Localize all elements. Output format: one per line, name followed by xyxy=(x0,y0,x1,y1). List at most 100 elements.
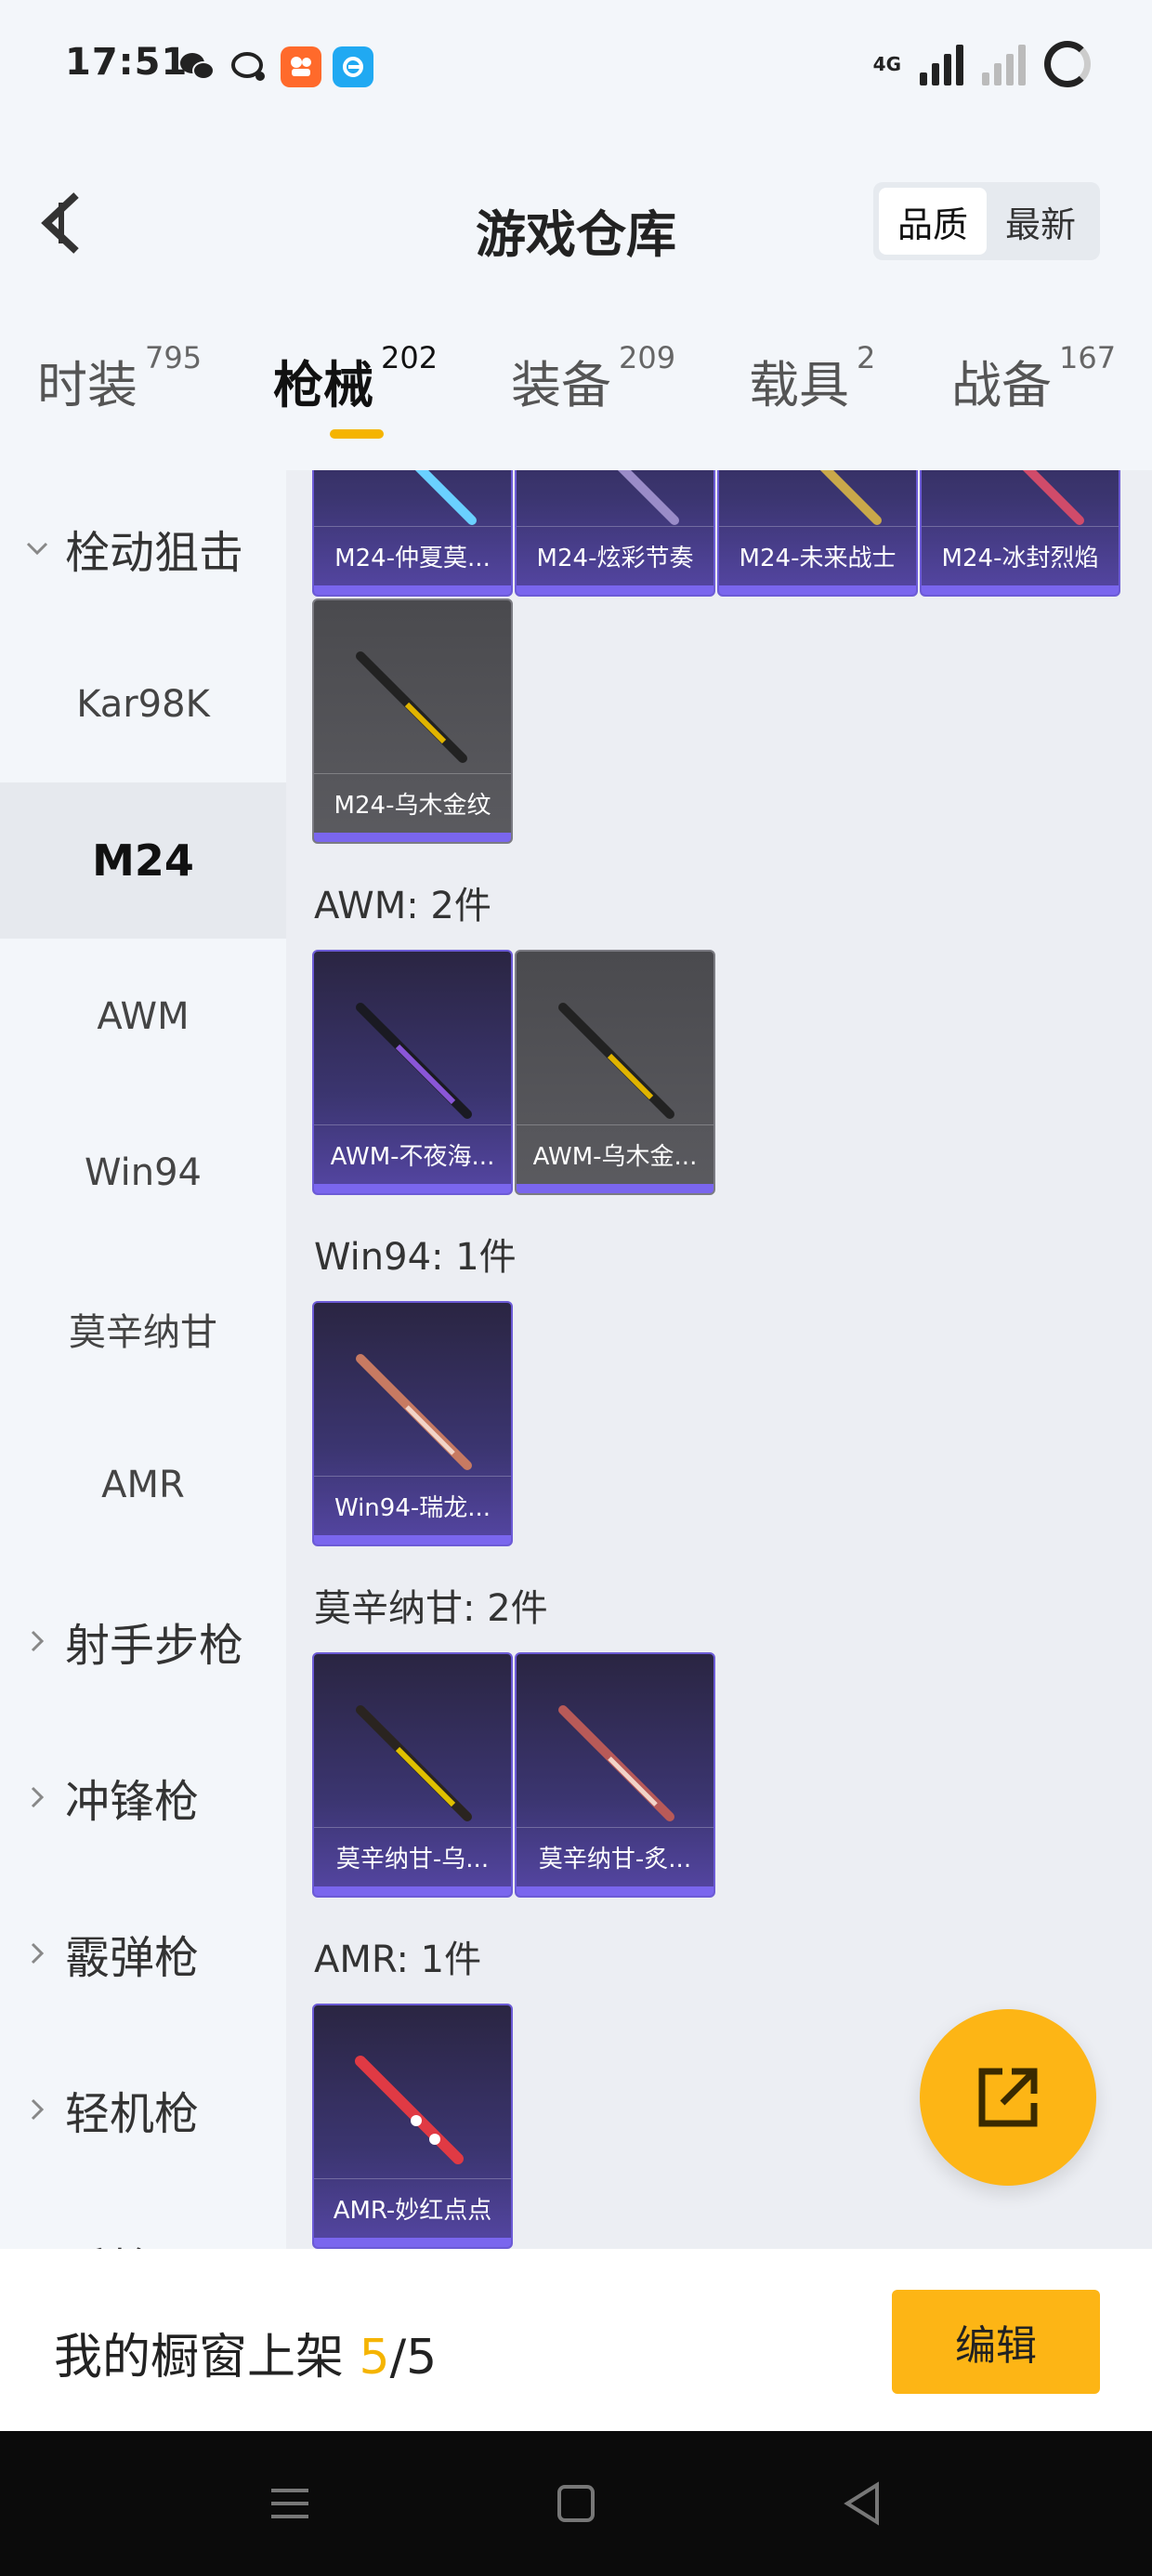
menu-icon[interactable] xyxy=(260,2474,320,2533)
tab-equipment[interactable]: 装备 209 xyxy=(511,340,675,455)
rifle-icon xyxy=(355,2056,464,2164)
sidebar-item-label: 霰弹枪 xyxy=(65,1932,200,1984)
sidebar-group-shotgun[interactable]: 霰弹枪 xyxy=(0,1875,286,2031)
skin-name: AMR-妙红点点 xyxy=(314,2178,511,2238)
battery-icon xyxy=(1044,41,1091,87)
weapon-category-sidebar: 栓动狙击 Kar98K M24 AWM Win94 莫辛纳甘 AMR 射手步枪 … xyxy=(0,470,286,2249)
sidebar-item-label: 栓动狙击 xyxy=(65,527,244,579)
rarity-bar xyxy=(314,1184,511,1193)
sidebar-group-marksman[interactable]: 射手步枪 xyxy=(0,1563,286,1719)
sidebar-group-lmg[interactable]: 轻机枪 xyxy=(0,2031,286,2188)
sidebar-item-label: 射手步枪 xyxy=(65,1620,244,1672)
rifle-icon xyxy=(356,651,467,763)
sidebar-item-label: M24 xyxy=(92,835,194,886)
tab-label: 装备 xyxy=(511,356,611,414)
skin-card[interactable]: M24-冰封烈焰 xyxy=(920,470,1120,597)
chevron-right-icon xyxy=(31,1786,45,1808)
skin-card[interactable]: AWM-不夜海... xyxy=(312,950,513,1195)
sidebar-item-label: Win94 xyxy=(84,1151,203,1194)
rarity-bar xyxy=(314,2238,511,2247)
chevron-right-icon xyxy=(31,1630,45,1652)
sidebar-item-label: 冲锋枪 xyxy=(65,1776,200,1828)
tab-vehicles[interactable]: 载具 2 xyxy=(749,340,875,455)
sidebar-item-kar98k[interactable]: Kar98K xyxy=(0,626,286,782)
tab-label: 枪械 xyxy=(273,356,373,414)
sort-quality-button[interactable]: 品质 xyxy=(879,188,987,255)
rifle-icon xyxy=(558,1003,674,1119)
rarity-bar xyxy=(922,585,1119,595)
skin-card[interactable]: 莫辛纳甘-炙... xyxy=(515,1652,715,1898)
notification-icons xyxy=(177,46,373,87)
tab-label: 时装 xyxy=(37,356,137,414)
rarity-bar xyxy=(517,1886,713,1896)
tab-count: 167 xyxy=(1059,340,1117,375)
tab-supplies[interactable]: 战备 167 xyxy=(951,340,1116,455)
active-tab-indicator xyxy=(330,429,384,439)
rarity-bar xyxy=(314,1886,511,1896)
sidebar-group-bolt-action[interactable]: 栓动狙击 xyxy=(0,470,286,626)
tab-count: 202 xyxy=(381,340,439,375)
sidebar-item-label: AMR xyxy=(101,1464,185,1506)
section-title: AWM: 2件 xyxy=(314,885,491,927)
skin-card[interactable]: M24-炫彩节奏 xyxy=(515,470,715,597)
skin-name: AWM-不夜海... xyxy=(314,1124,511,1184)
rifle-icon xyxy=(356,1354,472,1470)
tab-label: 载具 xyxy=(749,356,849,414)
signal-icon xyxy=(920,43,963,85)
showcase-label: 我的橱窗上架 xyxy=(54,2330,360,2385)
sort-toggle: 品质 最新 xyxy=(873,182,1100,260)
skin-card[interactable]: M24-仲夏莫... xyxy=(312,470,513,597)
sidebar-item-m24[interactable]: M24 xyxy=(0,782,286,939)
sidebar-group-pistol[interactable]: 手枪 xyxy=(0,2188,286,2249)
rifle-icon xyxy=(356,1003,472,1119)
skin-name: Win94-瑞龙... xyxy=(314,1476,511,1535)
edit-button[interactable]: 编辑 xyxy=(892,2290,1100,2394)
sidebar-item-label: 轻机枪 xyxy=(65,2088,200,2140)
wechat-icon xyxy=(177,46,217,87)
sidebar-item-label: Kar98K xyxy=(76,683,210,726)
sidebar-item-amr[interactable]: AMR xyxy=(0,1407,286,1563)
chevron-right-icon xyxy=(31,1942,45,1965)
tab-label: 战备 xyxy=(951,356,1052,414)
skin-card[interactable]: AWM-乌木金... xyxy=(515,950,715,1195)
rifle-icon xyxy=(356,1705,472,1821)
chevron-right-icon xyxy=(31,2098,45,2121)
skin-grid: M24-仲夏莫... M24-炫彩节奏 M24-未来战士 M24-冰封烈焰 M2… xyxy=(286,470,1152,2249)
skin-name: M24-炫彩节奏 xyxy=(517,526,713,585)
rarity-bar xyxy=(314,833,511,842)
sidebar-item-mosin[interactable]: 莫辛纳甘 xyxy=(0,1251,286,1407)
showcase-count: 5 xyxy=(359,2330,390,2385)
back-nav-icon[interactable] xyxy=(832,2474,892,2533)
tab-count: 2 xyxy=(857,340,876,375)
rarity-bar xyxy=(517,585,713,595)
category-tabs: 时装 795 枪械 202 装备 209 载具 2 战备 167 xyxy=(0,340,1152,465)
sidebar-item-label: 手枪 xyxy=(65,2233,154,2249)
rifle-icon xyxy=(617,470,679,525)
sidebar-group-smg[interactable]: 冲锋枪 xyxy=(0,1719,286,1875)
sidebar-item-win94[interactable]: Win94 xyxy=(0,1095,286,1251)
home-icon[interactable] xyxy=(546,2474,606,2533)
share-button[interactable] xyxy=(920,2009,1096,2186)
section-title: Win94: 1件 xyxy=(314,1236,517,1279)
signal-2-icon xyxy=(982,43,1026,85)
skin-name: 莫辛纳甘-乌... xyxy=(314,1827,511,1886)
sort-newest-button[interactable]: 最新 xyxy=(987,188,1094,255)
tab-fashion[interactable]: 时装 795 xyxy=(37,340,202,455)
section-title: 莫辛纳甘: 2件 xyxy=(314,1587,548,1630)
skin-card[interactable]: AMR-妙红点点 xyxy=(312,2004,513,2249)
network-type: 4G xyxy=(872,53,901,75)
skin-card[interactable]: Win94-瑞龙... xyxy=(312,1301,513,1546)
tab-firearms[interactable]: 枪械 202 xyxy=(273,340,438,455)
skin-card[interactable]: M24-未来战士 xyxy=(717,470,918,597)
status-bar: 17:51 4G xyxy=(0,0,1152,130)
skin-name: M24-仲夏莫... xyxy=(314,526,511,585)
showcase-bar: 我的橱窗上架 5/5 编辑 xyxy=(0,2249,1152,2431)
browser-icon xyxy=(333,46,373,87)
skin-card[interactable]: M24-乌木金纹 xyxy=(312,598,513,844)
sidebar-item-awm[interactable]: AWM xyxy=(0,939,286,1095)
chat-icon xyxy=(229,46,269,87)
chevron-down-icon xyxy=(26,542,48,556)
section-title: AMR: 1件 xyxy=(314,1939,482,1981)
skin-card[interactable]: 莫辛纳甘-乌... xyxy=(312,1652,513,1898)
rarity-bar xyxy=(314,1535,511,1544)
